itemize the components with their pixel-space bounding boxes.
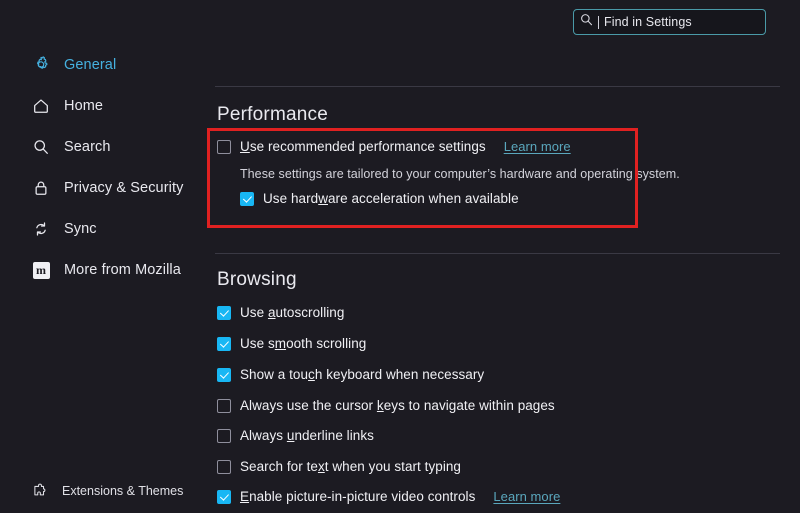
label-text: h keyboard when necessary bbox=[314, 367, 485, 382]
checkbox-label: Always use the cursor keys to navigate w… bbox=[240, 398, 555, 413]
checkbox-use-autoscrolling[interactable] bbox=[217, 305, 231, 320]
checkbox-label: Use smooth scrolling bbox=[240, 336, 366, 351]
checkbox-always-underline-links[interactable] bbox=[217, 428, 231, 443]
checkbox-cursor-keys-navigate[interactable] bbox=[217, 398, 231, 413]
checkbox-label: Use hardware acceleration when available bbox=[263, 191, 519, 206]
sidebar-item-label: Search bbox=[64, 139, 111, 155]
checkbox-search-for-text-when-typing[interactable] bbox=[217, 459, 231, 474]
label-text: utoscrolling bbox=[275, 305, 345, 320]
checkbox-row-use-recommended-performance-settings[interactable]: Use recommended performance settings Lea… bbox=[217, 139, 571, 154]
checkbox-label: Enable picture-in-picture video controls bbox=[240, 489, 475, 504]
checkbox-label: Search for text when you start typing bbox=[240, 459, 461, 474]
checkbox-use-hardware-acceleration[interactable] bbox=[240, 191, 254, 206]
settings-main-panel: Performance Use recommended performance … bbox=[215, 0, 800, 513]
access-key: w bbox=[318, 191, 328, 206]
divider-top bbox=[215, 86, 780, 87]
label-text: are acceleration when available bbox=[328, 191, 519, 206]
sidebar-item-sync[interactable]: Sync bbox=[0, 216, 200, 242]
sidebar-item-general[interactable]: General bbox=[0, 52, 200, 78]
label-text: Use hard bbox=[263, 191, 319, 206]
label-text: nable picture-in-picture video controls bbox=[249, 489, 476, 504]
label-text: Show a tou bbox=[240, 367, 309, 382]
divider-sections bbox=[215, 253, 780, 254]
access-key: c bbox=[308, 367, 315, 382]
checkbox-row-search-for-text-when-typing[interactable]: Search for text when you start typing bbox=[217, 459, 461, 474]
checkbox-row-enable-picture-in-picture[interactable]: Enable picture-in-picture video controls… bbox=[217, 489, 560, 504]
access-key: k bbox=[376, 398, 384, 413]
learn-more-link-performance[interactable]: Learn more bbox=[504, 139, 571, 154]
access-key: a bbox=[267, 305, 276, 320]
checkbox-row-use-autoscrolling[interactable]: Use autoscrolling bbox=[217, 305, 344, 320]
checkbox-enable-picture-in-picture[interactable] bbox=[217, 489, 231, 504]
label-text: se recommended performance settings bbox=[249, 139, 486, 154]
checkbox-use-smooth-scrolling[interactable] bbox=[217, 336, 231, 351]
checkbox-label: Always underline links bbox=[240, 428, 374, 443]
learn-more-link-pip[interactable]: Learn more bbox=[493, 489, 560, 504]
access-key: m bbox=[274, 336, 287, 351]
checkbox-use-recommended-performance-settings[interactable] bbox=[217, 139, 231, 154]
sidebar-item-extensions-themes[interactable]: Extensions & Themes bbox=[0, 483, 183, 499]
sidebar-item-label: More from Mozilla bbox=[64, 262, 181, 278]
checkbox-row-cursor-keys-navigate[interactable]: Always use the cursor keys to navigate w… bbox=[217, 398, 555, 413]
label-text: Search for te bbox=[240, 459, 318, 474]
gear-icon bbox=[32, 56, 50, 74]
label-text: Always bbox=[240, 428, 287, 443]
performance-description: These settings are tailored to your comp… bbox=[240, 167, 680, 181]
checkbox-label: Show a touch keyboard when necessary bbox=[240, 367, 484, 382]
checkbox-row-show-touch-keyboard[interactable]: Show a touch keyboard when necessary bbox=[217, 367, 484, 382]
search-icon bbox=[32, 138, 50, 156]
access-key: x bbox=[317, 459, 325, 474]
mozilla-m-icon: m bbox=[32, 261, 50, 279]
lock-icon bbox=[32, 179, 50, 197]
sidebar-item-more-from-mozilla[interactable]: m More from Mozilla bbox=[0, 257, 200, 283]
sidebar-item-home[interactable]: Home bbox=[0, 93, 200, 119]
browsing-section-title: Browsing bbox=[217, 269, 297, 290]
label-text: Use s bbox=[240, 336, 275, 351]
sidebar-item-search[interactable]: Search bbox=[0, 134, 200, 160]
settings-sidebar: General Home Search Privacy & Security S… bbox=[0, 52, 200, 298]
checkbox-row-use-hardware-acceleration[interactable]: Use hardware acceleration when available bbox=[240, 191, 519, 206]
label-text: nderline links bbox=[294, 428, 374, 443]
access-key: U bbox=[240, 139, 250, 154]
sidebar-item-label: Sync bbox=[64, 221, 97, 237]
label-text: Use bbox=[240, 305, 268, 320]
label-text: eys to navigate within pages bbox=[383, 398, 555, 413]
access-key: E bbox=[240, 489, 250, 504]
sidebar-item-privacy-security[interactable]: Privacy & Security bbox=[0, 175, 200, 201]
checkbox-row-always-underline-links[interactable]: Always underline links bbox=[217, 428, 374, 443]
performance-section-title: Performance bbox=[217, 104, 328, 125]
sidebar-item-label: Extensions & Themes bbox=[62, 484, 184, 498]
checkbox-label: Use recommended performance settings bbox=[240, 139, 486, 154]
sync-icon bbox=[32, 220, 50, 238]
label-text: Always use the cursor bbox=[240, 398, 377, 413]
checkbox-show-touch-keyboard[interactable] bbox=[217, 367, 231, 382]
sidebar-item-label: Home bbox=[64, 98, 104, 114]
home-icon bbox=[32, 97, 50, 115]
sidebar-item-label: Privacy & Security bbox=[64, 180, 184, 196]
sidebar-item-label: General bbox=[64, 57, 117, 73]
puzzle-piece-icon bbox=[32, 483, 48, 499]
checkbox-row-use-smooth-scrolling[interactable]: Use smooth scrolling bbox=[217, 336, 366, 351]
label-text: t when you start typing bbox=[324, 459, 461, 474]
label-text: ooth scrolling bbox=[286, 336, 367, 351]
checkbox-label: Use autoscrolling bbox=[240, 305, 344, 320]
